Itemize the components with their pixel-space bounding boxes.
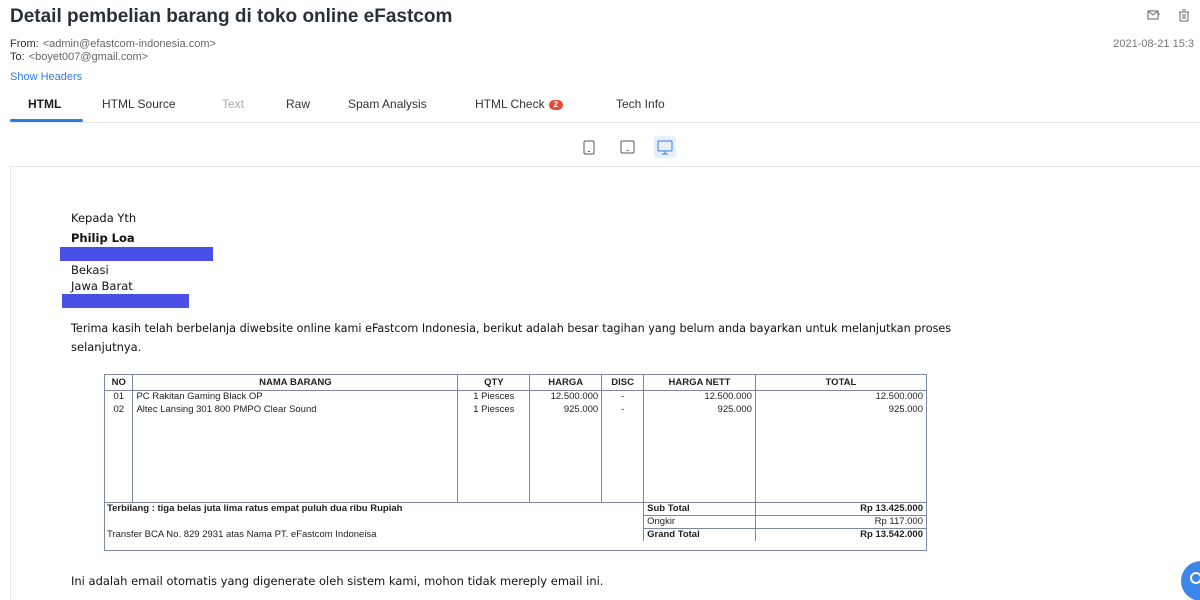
row-disc: - [601, 390, 645, 403]
tab-html-source[interactable]: HTML Source [102, 97, 176, 111]
subtotal-label: Sub Total [643, 501, 756, 515]
tab-tech-info[interactable]: Tech Info [616, 97, 665, 111]
ongkir-label: Ongkir [643, 514, 756, 528]
row-disc: - [601, 403, 645, 416]
tab-html[interactable]: HTML [28, 97, 61, 111]
from-line: From: <admin@efastcom-indonesia.com> [10, 38, 216, 50]
redaction-bar [60, 247, 213, 261]
tab-html-check-label: HTML Check [475, 97, 545, 111]
to-address: <boyet007@gmail.com> [28, 51, 149, 63]
summary-row-ongkir: Ongkir Rp 117.000 [105, 514, 926, 528]
recipient-province: Jawa Barat [71, 279, 133, 293]
tab-raw[interactable]: Raw [286, 97, 310, 111]
row-name: Altec Lansing 301 800 PMPO Clear Sound [132, 403, 459, 416]
mobile-icon[interactable] [578, 136, 600, 158]
device-preview-switcher [578, 136, 676, 158]
intro-line-1: Terima kasih telah berbelanja diwebsite … [71, 322, 952, 335]
table-row: 01 PC Rakitan Gaming Black OP 1 Piesces … [105, 390, 926, 403]
summary-row-subtotal: Terbilang : tiga belas juta lima ratus e… [105, 501, 926, 515]
to-line: To: <boyet007@gmail.com> [10, 51, 148, 63]
to-label: To: [10, 51, 25, 63]
col-header-qty: QTY [457, 375, 531, 391]
transfer-text: Transfer BCA No. 829 2931 atas Nama PT. … [105, 528, 645, 541]
table-row: 02 Altec Lansing 301 800 PMPO Clear Soun… [105, 403, 926, 416]
recipient-city: Bekasi [71, 263, 109, 277]
show-headers-link[interactable]: Show Headers [10, 71, 82, 83]
col-header-nama-barang: NAMA BARANG [132, 375, 459, 391]
intro-line-2: selanjutnya. [71, 340, 142, 354]
from-address: <admin@efastcom-indonesia.com> [42, 38, 216, 50]
grand-total-label: Grand Total [643, 527, 756, 541]
col-header-harga-nett: HARGA NETT [643, 375, 756, 391]
col-header-harga: HARGA [529, 375, 603, 391]
row-no: 02 [105, 403, 134, 416]
from-label: From: [10, 38, 39, 50]
ongkir-value: Rp 117.000 [755, 514, 926, 528]
terbilang-text: Terbilang : tiga belas juta lima ratus e… [105, 501, 645, 515]
col-header-disc: DISC [601, 375, 645, 391]
active-tab-indicator [10, 119, 83, 122]
row-qty: 1 Piesces [457, 403, 531, 416]
row-total: 925.000 [888, 404, 923, 415]
auto-email-notice: Ini adalah email otomatis yang digenerat… [71, 574, 604, 588]
redaction-bar [62, 294, 189, 308]
summary-row-grand-total: Transfer BCA No. 829 2931 atas Nama PT. … [105, 527, 926, 541]
row-price: 925.000 [529, 403, 603, 416]
view-tabs: HTML HTML Source Text Raw Spam Analysis … [10, 91, 1200, 123]
html-check-badge: 2 [548, 100, 564, 110]
tab-spam-analysis[interactable]: Spam Analysis [348, 97, 427, 111]
col-header-total: TOTAL [755, 375, 926, 391]
row-nett: 925.000 [643, 403, 756, 416]
tablet-icon[interactable] [616, 136, 638, 158]
top-actions [1146, 9, 1192, 23]
row-price: 12.500.000 [529, 390, 603, 403]
col-header-no: NO [105, 375, 134, 391]
email-subject: Detail pembelian barang di toko online e… [10, 6, 453, 27]
invoice-table: NO NAMA BARANG QTY HARGA DISC HARGA NETT… [104, 374, 927, 551]
trash-icon[interactable] [1176, 9, 1192, 23]
grand-total-value: Rp 13.542.000 [755, 527, 926, 541]
desktop-icon[interactable] [654, 136, 676, 158]
subtotal-value: Rp 13.425.000 [755, 501, 926, 515]
greeting: Kepada Yth [71, 211, 137, 225]
recipient-name: Philip Loa [71, 231, 135, 245]
chat-icon [1190, 572, 1200, 584]
row-qty: 1 Piesces [457, 390, 531, 403]
email-date: 2021-08-21 15:3 [1113, 38, 1194, 50]
table-filler [105, 416, 926, 502]
row-no: 01 [105, 390, 134, 403]
row-total: 12.500.000 [875, 391, 923, 403]
row-name: PC Rakitan Gaming Black OP [132, 390, 459, 403]
tab-html-check[interactable]: HTML Check 2 [475, 97, 564, 111]
tab-text[interactable]: Text [222, 97, 244, 111]
mail-forward-icon[interactable] [1146, 9, 1162, 23]
row-nett: 12.500.000 [643, 390, 756, 403]
invoice-grid: NO NAMA BARANG QTY HARGA DISC HARGA NETT… [105, 375, 926, 541]
